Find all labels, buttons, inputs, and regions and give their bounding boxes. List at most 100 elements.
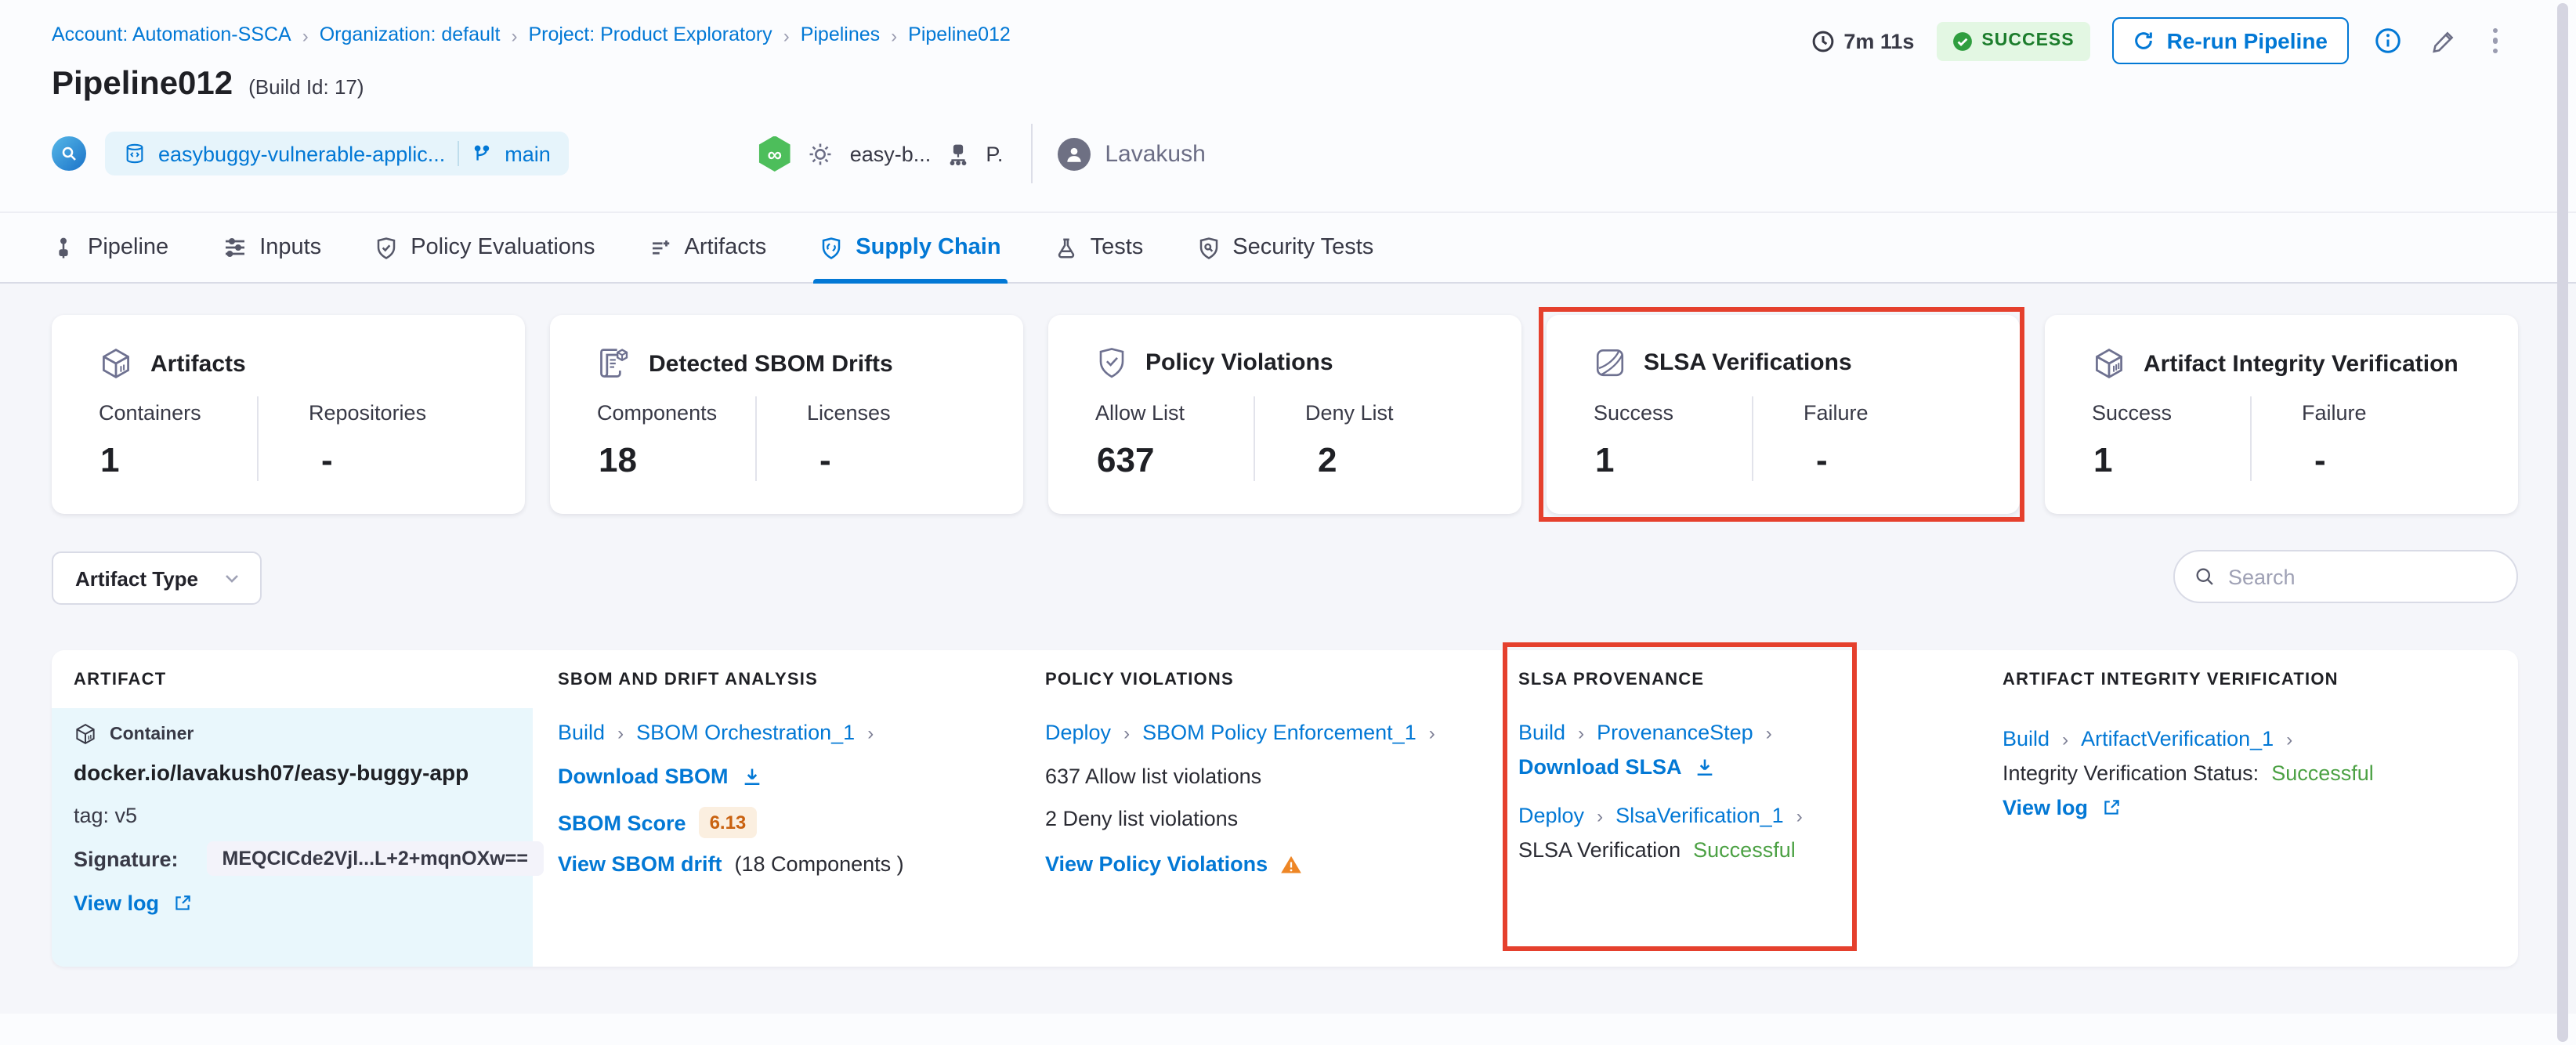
gear-icon bbox=[808, 140, 834, 167]
sbom-score-link[interactable]: SBOM Score bbox=[558, 811, 686, 834]
breadcrumb-account[interactable]: Account: Automation-SSCA bbox=[52, 24, 291, 45]
page-title: Pipeline012 bbox=[52, 66, 233, 102]
chevron-right-icon bbox=[1796, 804, 1803, 827]
chevron-right-icon bbox=[511, 24, 517, 45]
stat-value: - bbox=[1816, 440, 1828, 479]
card-title: Artifacts bbox=[150, 350, 246, 377]
stage-link[interactable]: Build bbox=[2003, 727, 2050, 750]
status-badge: SUCCESS bbox=[1936, 21, 2090, 60]
breadcrumb-project[interactable]: Project: Product Exploratory bbox=[528, 24, 772, 45]
stat-label: Components bbox=[597, 401, 718, 425]
meta-divider bbox=[1031, 124, 1033, 183]
card-title: SLSA Verifications bbox=[1644, 349, 1852, 376]
view-log-link[interactable]: View log bbox=[2003, 796, 2088, 819]
stat-value: 1 bbox=[1595, 440, 1615, 479]
step-link[interactable]: SBOM Policy Enforcement_1 bbox=[1142, 721, 1416, 744]
pipeline-title-row: Pipeline012 (Build Id: 17) bbox=[52, 66, 364, 103]
execution-meta-row: easybuggy-vulnerable-applic... main ∞ ea… bbox=[52, 124, 1206, 183]
execution-actions: 7m 11s SUCCESS Re-run Pipeline bbox=[1811, 17, 2507, 64]
check-circle-icon bbox=[1952, 31, 1972, 51]
branch-name-link[interactable]: main bbox=[505, 142, 551, 165]
tab-tests[interactable]: Tests bbox=[1055, 213, 1143, 282]
cube-scan-icon bbox=[2092, 346, 2126, 381]
stat-label: Licenses bbox=[807, 401, 891, 425]
chevron-right-icon bbox=[2286, 727, 2292, 750]
stat-label: Success bbox=[2092, 401, 2173, 425]
execution-duration: 7m 11s bbox=[1811, 29, 1914, 52]
stage-link[interactable]: Deploy bbox=[1518, 804, 1584, 827]
stage-link[interactable]: Deploy bbox=[1045, 721, 1111, 744]
search-input[interactable] bbox=[2228, 565, 2505, 588]
view-sbom-drift-link[interactable]: View SBOM drift bbox=[558, 852, 722, 876]
column-header-slsa: SLSA PROVENANCE bbox=[1518, 671, 1705, 689]
tab-policy-evaluations[interactable]: Policy Evaluations bbox=[374, 213, 595, 282]
artifact-name: docker.io/lavakush07/easy-buggy-app bbox=[74, 760, 469, 785]
pill-divider bbox=[458, 141, 460, 166]
chevron-right-icon bbox=[1766, 721, 1772, 744]
execution-tabbar: Pipeline Inputs Policy Evaluations Artif… bbox=[0, 212, 2576, 284]
warning-icon bbox=[1280, 853, 1302, 875]
tab-pipeline[interactable]: Pipeline bbox=[52, 213, 168, 282]
card-title: Policy Violations bbox=[1145, 349, 1333, 376]
download-icon bbox=[741, 765, 763, 787]
sbom-score-badge: 6.13 bbox=[698, 807, 758, 838]
view-log-link[interactable]: View log bbox=[74, 891, 159, 915]
view-policy-violations-link[interactable]: View Policy Violations bbox=[1045, 852, 1268, 876]
step-link[interactable]: ProvenanceStep bbox=[1597, 721, 1753, 744]
repo-name-link[interactable]: easybuggy-vulnerable-applic... bbox=[158, 142, 445, 165]
step-link[interactable]: ArtifactVerification_1 bbox=[2081, 727, 2274, 750]
download-sbom-link[interactable]: Download SBOM bbox=[558, 765, 729, 788]
tab-supply-chain[interactable]: Supply Chain bbox=[813, 213, 1007, 284]
tab-artifacts[interactable]: Artifacts bbox=[649, 213, 766, 282]
slsa-verification-label: SLSA Verification bbox=[1518, 838, 1681, 862]
supply-chain-icon bbox=[819, 236, 843, 259]
chevron-down-icon bbox=[223, 569, 241, 588]
breadcrumb-organization[interactable]: Organization: default bbox=[320, 24, 501, 45]
chevron-right-icon bbox=[302, 24, 309, 45]
inputs-icon bbox=[222, 235, 247, 260]
pipeline-execution-page: Account: Automation-SSCA Organization: d… bbox=[0, 0, 2576, 1045]
stat-divider bbox=[1254, 396, 1255, 481]
edit-icon[interactable] bbox=[2426, 24, 2461, 58]
branch-icon bbox=[472, 143, 492, 164]
page-header: Account: Automation-SSCA Organization: d… bbox=[0, 0, 2576, 212]
artifact-type-dropdown[interactable]: Artifact Type bbox=[52, 551, 262, 605]
info-icon[interactable] bbox=[2370, 24, 2404, 58]
card-artifact-integrity: Artifact Integrity Verification Success … bbox=[2045, 315, 2518, 514]
chevron-right-icon bbox=[783, 24, 790, 45]
stage-link[interactable]: Build bbox=[558, 721, 605, 744]
integrity-status-label: Integrity Verification Status: bbox=[2003, 761, 2259, 785]
trigger-info: ∞ easy-b... P. bbox=[758, 136, 1003, 172]
user-name: Lavakush bbox=[1105, 140, 1206, 167]
stat-value: - bbox=[819, 440, 831, 479]
vertical-scrollbar[interactable] bbox=[2557, 3, 2568, 1042]
breadcrumb-pipelines[interactable]: Pipelines bbox=[801, 24, 880, 45]
stat-value: 18 bbox=[599, 440, 637, 479]
download-slsa-link[interactable]: Download SLSA bbox=[1518, 755, 1682, 779]
external-link-icon bbox=[2100, 797, 2121, 818]
artifact-type-label: Container bbox=[110, 725, 194, 743]
breadcrumb-pipeline012[interactable]: Pipeline012 bbox=[908, 24, 1011, 45]
tab-security-tests[interactable]: Security Tests bbox=[1196, 213, 1373, 282]
rerun-pipeline-button[interactable]: Re-run Pipeline bbox=[2111, 17, 2348, 64]
search-box bbox=[2173, 550, 2518, 603]
card-artifacts: Artifacts Containers Repositories 1 - bbox=[52, 315, 525, 514]
more-options-icon[interactable] bbox=[2483, 25, 2507, 57]
security-tests-icon bbox=[1196, 236, 1220, 259]
stat-value: 2 bbox=[1318, 440, 1337, 479]
stat-value: 1 bbox=[2093, 440, 2113, 479]
stage-link[interactable]: Build bbox=[1518, 721, 1565, 744]
column-header-artifact: ARTIFACT bbox=[74, 671, 167, 689]
tab-inputs[interactable]: Inputs bbox=[222, 213, 321, 282]
slsa-icon bbox=[1594, 346, 1626, 379]
stat-value: - bbox=[2314, 440, 2326, 479]
stat-label: Success bbox=[1594, 401, 1674, 425]
card-title: Artifact Integrity Verification bbox=[2144, 350, 2458, 377]
integrity-status-value: Successful bbox=[2271, 761, 2374, 785]
stat-label: Repositories bbox=[309, 401, 427, 425]
step-link[interactable]: SlsaVerification_1 bbox=[1615, 804, 1784, 827]
step-link[interactable]: SBOM Orchestration_1 bbox=[636, 721, 855, 744]
shield-check-icon bbox=[1095, 346, 1128, 379]
build-id-label: (Build Id: 17) bbox=[248, 75, 364, 99]
external-link-icon bbox=[172, 893, 192, 913]
